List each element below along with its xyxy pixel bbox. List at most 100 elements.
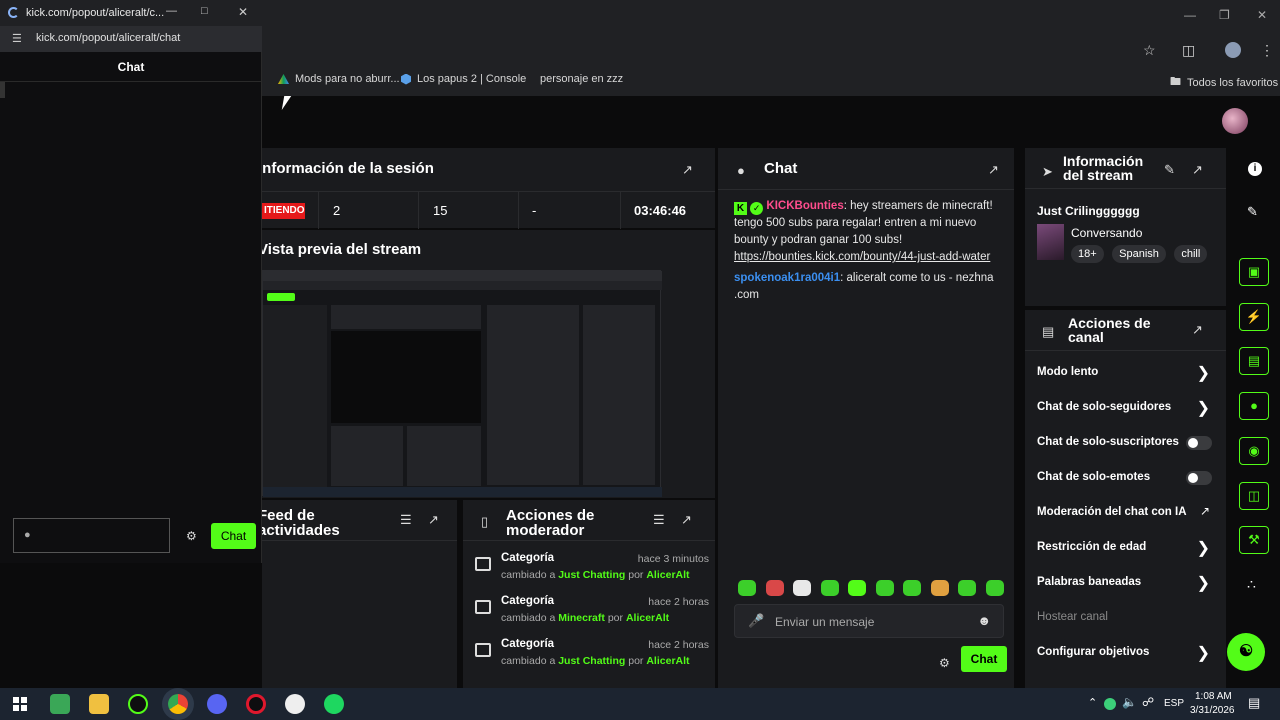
language-indicator[interactable]: ESP [1164, 698, 1184, 709]
stream-preview-video[interactable] [262, 270, 662, 497]
channel-action-item[interactable]: Palabras baneadas ❯ [1025, 568, 1226, 598]
emoji-icon[interactable]: ☻ [977, 613, 991, 628]
settings-icon[interactable]: ⚙ [939, 656, 953, 670]
support-button[interactable]: ☯ [1227, 633, 1265, 671]
discord-app-icon[interactable] [207, 694, 227, 714]
chrome-app-icon[interactable] [168, 694, 188, 714]
chevron-right-icon[interactable]: ❯ [1197, 538, 1210, 558]
chevron-right-icon[interactable]: ❯ [1197, 363, 1210, 383]
close-icon[interactable]: ✕ [238, 5, 248, 19]
channel-action-item[interactable]: Modo lento ❯ [1025, 358, 1226, 388]
bookmark-mods[interactable]: Mods para no aburr... [278, 73, 400, 85]
kebab-menu-icon[interactable]: ⋮ [1260, 42, 1274, 59]
chat-username[interactable]: spokenoak1ra004i1 [734, 272, 840, 284]
emote-icon[interactable] [958, 580, 976, 596]
emote-icon[interactable] [930, 580, 949, 596]
channel-action-item[interactable]: Configurar objetivos ❯ [1025, 638, 1226, 668]
popout-chat-input[interactable]: ● [13, 518, 170, 553]
emote-icon[interactable] [820, 580, 839, 596]
tag[interactable]: chill [1174, 245, 1208, 263]
minimize-icon[interactable]: — [1184, 8, 1196, 22]
popout-send-button[interactable]: Chat [211, 523, 256, 549]
chevron-right-icon[interactable]: ❯ [1197, 643, 1210, 663]
bolt-icon[interactable]: ⚡ [1239, 303, 1269, 331]
bookmark-all[interactable]: 🖿 Todos los favoritos [1170, 73, 1278, 92]
emote-icon[interactable] [738, 580, 756, 596]
close-icon[interactable]: ✕ [1257, 8, 1267, 22]
file-explorer-icon[interactable] [89, 694, 109, 714]
site-settings-icon[interactable]: ☰ [12, 32, 22, 45]
stat-uptime: 03:46:46 [634, 203, 687, 218]
filter-icon[interactable]: ☰ [400, 512, 414, 527]
bookmark-personaje[interactable]: personaje en zzz [540, 73, 623, 85]
expand-icon[interactable]: ↗ [428, 512, 442, 527]
maximize-icon[interactable]: □ [201, 5, 208, 17]
category-name[interactable]: Conversando [1071, 226, 1142, 240]
emote-icon[interactable] [985, 580, 1004, 596]
connections-icon[interactable]: ∴ [1247, 576, 1256, 593]
restore-icon[interactable]: ❐ [1219, 8, 1230, 22]
volume-icon[interactable]: 🔈 [1122, 695, 1137, 709]
windows-start-icon[interactable] [13, 697, 27, 711]
filter-icon[interactable]: ☰ [653, 512, 667, 527]
spotify-app-icon[interactable] [324, 694, 344, 714]
store-app-icon[interactable] [50, 694, 70, 714]
edit-icon[interactable]: ✎ [1164, 162, 1178, 177]
star-icon[interactable]: ☆ [1143, 42, 1156, 59]
minimize-icon[interactable]: — [166, 5, 177, 17]
popout-url[interactable]: kick.com/popout/aliceralt/chat [36, 32, 180, 44]
user-avatar[interactable] [1222, 108, 1248, 134]
expand-icon[interactable]: ↗ [1192, 162, 1206, 177]
camera-icon[interactable]: ▣ [1239, 258, 1269, 286]
channel-action-item[interactable]: Chat de solo-suscriptores [1025, 428, 1226, 458]
expand-icon[interactable]: ↗ [682, 162, 696, 177]
expand-icon[interactable]: ↗ [681, 512, 695, 527]
tray-chevron-icon[interactable]: ⌃ [1088, 696, 1097, 709]
info-icon[interactable]: i [1248, 162, 1262, 176]
emote-icon[interactable] [875, 580, 894, 596]
emote-icon[interactable] [848, 580, 866, 596]
toggle-switch[interactable] [1186, 471, 1212, 485]
tag[interactable]: Spanish [1112, 245, 1166, 263]
opera-app-icon[interactable] [246, 694, 266, 714]
chat-input[interactable]: 🎤 Enviar un mensaje ☻ [734, 604, 1004, 638]
expand-icon[interactable]: ↗ [1192, 322, 1206, 337]
chat-icon: ● [737, 163, 745, 178]
channel-action-item[interactable]: Restricción de edad ❯ [1025, 533, 1226, 563]
mic-icon[interactable]: 🎤 [748, 613, 764, 629]
chat-link[interactable]: https://bounties.kick.com/bounty/44-just… [734, 251, 990, 263]
chevron-right-icon[interactable]: ❯ [1197, 398, 1210, 418]
note-icon[interactable]: ▤ [1239, 347, 1269, 375]
popout-title: kick.com/popout/aliceralt/c... [26, 7, 165, 19]
chat-username[interactable]: KICKBounties [766, 200, 843, 212]
clock-date[interactable]: 3/31/2026 [1190, 705, 1235, 716]
bookmark-papus[interactable]: Los papus 2 | Console [401, 73, 526, 85]
pencil-icon[interactable]: ✎ [1247, 204, 1258, 220]
clock-time[interactable]: 1:08 AM [1195, 691, 1232, 702]
chat-bubble-icon[interactable]: ● [1239, 392, 1269, 420]
notifications-icon[interactable]: ▤ [1248, 695, 1260, 711]
extension-icon[interactable]: ◫ [1182, 42, 1195, 59]
emote-icon[interactable] [903, 580, 921, 596]
chat-send-button[interactable]: Chat [961, 646, 1007, 672]
emote-icon[interactable] [765, 580, 784, 596]
channel-action-item[interactable]: Moderación del chat con IA ↗ [1025, 498, 1226, 528]
wrench-icon[interactable]: ⚒ [1239, 526, 1269, 554]
broadcast-icon[interactable]: ◉ [1239, 437, 1269, 465]
tag[interactable]: 18+ [1071, 245, 1104, 263]
popout-scrollbar[interactable] [0, 82, 5, 98]
profile-icon[interactable] [1225, 42, 1241, 58]
external-link-icon[interactable]: ↗ [1200, 504, 1210, 518]
expand-icon[interactable]: ↗ [988, 162, 1002, 177]
network-icon[interactable]: ☍ [1142, 695, 1154, 709]
xbox-app-icon[interactable] [128, 694, 148, 714]
layout-icon[interactable]: ◫ [1239, 482, 1269, 510]
github-app-icon[interactable] [285, 694, 305, 714]
channel-action-item[interactable]: Chat de solo-emotes [1025, 463, 1226, 493]
emote-icon[interactable] [793, 580, 811, 596]
settings-icon[interactable]: ⚙ [186, 529, 197, 543]
tray-app-icon[interactable] [1104, 698, 1116, 710]
chevron-right-icon[interactable]: ❯ [1197, 573, 1210, 593]
toggle-switch[interactable] [1186, 436, 1212, 450]
channel-action-item[interactable]: Chat de solo-seguidores ❯ [1025, 393, 1226, 423]
